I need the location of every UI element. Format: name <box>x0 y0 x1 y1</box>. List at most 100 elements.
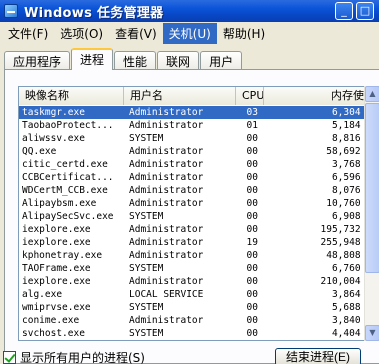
process-user-cell: Administrator <box>129 107 204 118</box>
process-user-cell: Administrator <box>129 276 204 287</box>
column-header-cpu[interactable]: CPU <box>236 87 264 105</box>
process-row[interactable]: Alipaybsm.exe Administrator 00 10,760 K <box>19 197 379 210</box>
process-name-cell: QQ.exe <box>22 146 57 157</box>
process-row[interactable]: conime.exe Administrator 00 3,840 K <box>19 314 379 327</box>
process-row[interactable]: kphonetray.exe Administrator 00 48,808 K <box>19 249 379 262</box>
process-row[interactable]: QQ.exe Administrator 00 58,692 K <box>19 145 379 158</box>
process-name-cell: wmiprvse.exe <box>22 302 91 313</box>
process-mem-cell: 6,908 K <box>331 211 372 222</box>
process-name-cell: taskmgr.exe <box>22 107 85 118</box>
process-row[interactable]: aliwssv.exe SYSTEM 00 8,816 K <box>19 132 379 145</box>
process-mem-cell: 210,004 K <box>320 276 372 287</box>
process-list[interactable]: 映像名称 用户名 CPU 内存使用 taskmgr.exe Administrat… <box>18 86 379 341</box>
process-user-cell: SYSTEM <box>129 133 164 144</box>
process-mem-cell: 5,184 K <box>331 120 372 131</box>
tab-performance[interactable]: 性能 <box>114 51 157 70</box>
menu-view[interactable]: 查看(V) <box>109 23 163 44</box>
process-mem-cell: 6,596 K <box>331 172 372 183</box>
process-mem-cell: 195,732 K <box>320 224 372 235</box>
column-header-image-name[interactable]: 映像名称 <box>19 87 124 105</box>
process-user-cell: Administrator <box>129 146 204 157</box>
process-cpu-cell: 00 <box>246 198 258 209</box>
task-manager-icon <box>4 4 18 18</box>
menu-options[interactable]: 选项(O) <box>54 23 109 44</box>
menu-help[interactable]: 帮助(H) <box>217 23 271 44</box>
column-header-memory[interactable]: 内存使用 <box>264 87 379 105</box>
process-user-cell: LOCAL SERVICE <box>129 289 204 300</box>
process-row[interactable]: svchost.exe SYSTEM 00 4,404 K <box>19 327 379 340</box>
scroll-down-button[interactable]: ▼ <box>365 325 379 341</box>
process-mem-cell: 6,760 K <box>331 263 372 274</box>
process-user-cell: Administrator <box>129 315 204 326</box>
process-row[interactable]: taskmgr.exe Administrator 03 6,304 K <box>19 106 379 119</box>
process-user-cell: SYSTEM <box>129 263 164 274</box>
process-cpu-cell: 00 <box>246 250 258 261</box>
window-title: Windows 任务管理器 <box>24 5 164 21</box>
column-header-user-name[interactable]: 用户名 <box>124 87 236 105</box>
process-mem-cell: 8,816 K <box>331 133 372 144</box>
process-row[interactable]: CCBCertificat... Administrator 00 6,596 K <box>19 171 379 184</box>
minimize-button[interactable]: _ <box>335 2 353 20</box>
show-all-users-label: 显示所有用户的进程(S) <box>20 351 145 364</box>
process-name-cell: iexplore.exe <box>22 224 91 235</box>
process-row[interactable]: alg.exe LOCAL SERVICE 00 3,864 K <box>19 288 379 301</box>
menu-shutdown[interactable]: 关机(U) <box>162 22 217 44</box>
process-cpu-cell: 00 <box>246 146 258 157</box>
process-mem-cell: 4,404 K <box>331 328 372 339</box>
maximize-button[interactable]: □ <box>356 2 374 20</box>
title-bar: Windows 任务管理器 _ □ <box>0 0 379 22</box>
process-name-cell: TaobaoProtect... <box>22 120 114 131</box>
process-cpu-cell: 03 <box>246 107 258 118</box>
process-cpu-cell: 00 <box>246 302 258 313</box>
process-name-cell: conime.exe <box>22 315 80 326</box>
process-mem-cell: 58,692 K <box>326 146 372 157</box>
process-user-cell: Administrator <box>129 224 204 235</box>
tab-users[interactable]: 用户 <box>200 51 243 70</box>
process-user-cell: Administrator <box>129 250 204 261</box>
process-name-cell: TAOFrame.exe <box>22 263 91 274</box>
show-all-users-checkbox[interactable] <box>3 351 16 364</box>
process-cpu-cell: 00 <box>246 172 258 183</box>
process-user-cell: Administrator <box>129 185 204 196</box>
process-mem-cell: 255,948 K <box>320 237 372 248</box>
process-name-cell: svchost.exe <box>22 328 85 339</box>
process-user-cell: Administrator <box>129 172 204 183</box>
menu-file[interactable]: 文件(F) <box>2 23 54 44</box>
process-cpu-cell: 00 <box>246 211 258 222</box>
scroll-up-button[interactable]: ▲ <box>365 86 379 102</box>
end-process-button[interactable]: 结束进程(E) <box>275 348 361 364</box>
process-cpu-cell: 00 <box>246 328 258 339</box>
process-cpu-cell: 00 <box>246 133 258 144</box>
process-mem-cell: 48,808 K <box>326 250 372 261</box>
process-name-cell: aliwssv.exe <box>22 133 85 144</box>
process-cpu-cell: 00 <box>246 159 258 170</box>
show-all-users-option[interactable]: 显示所有用户的进程(S) <box>3 349 145 364</box>
process-user-cell: SYSTEM <box>129 211 164 222</box>
process-cpu-cell: 01 <box>246 120 258 131</box>
process-cpu-cell: 00 <box>246 263 258 274</box>
process-rows: taskmgr.exe Administrator 03 6,304 K TaobaoP… <box>19 106 379 340</box>
process-row[interactable]: TAOFrame.exe SYSTEM 00 6,760 K <box>19 262 379 275</box>
process-name-cell: iexplore.exe <box>22 237 91 248</box>
process-user-cell: Administrator <box>129 198 204 209</box>
process-cpu-cell: 00 <box>246 289 258 300</box>
process-cpu-cell: 19 <box>246 237 258 248</box>
process-row[interactable]: AlipaySecSvc.exe SYSTEM 00 6,908 K <box>19 210 379 223</box>
process-row[interactable]: TaobaoProtect... Administrator 01 5,184 K <box>19 119 379 132</box>
tab-processes[interactable]: 进程 <box>71 48 114 70</box>
process-mem-cell: 10,760 K <box>326 198 372 209</box>
process-user-cell: Administrator <box>129 159 204 170</box>
process-row[interactable]: wmiprvse.exe SYSTEM 00 5,688 K <box>19 301 379 314</box>
process-name-cell: kphonetray.exe <box>22 250 103 261</box>
tab-networking[interactable]: 联网 <box>157 51 200 70</box>
process-name-cell: AlipaySecSvc.exe <box>22 211 114 222</box>
process-cpu-cell: 00 <box>246 315 258 326</box>
tab-applications[interactable]: 应用程序 <box>4 51 71 70</box>
scroll-thumb[interactable] <box>365 103 379 273</box>
process-row[interactable]: iexplore.exe Administrator 00 195,732 K <box>19 223 379 236</box>
process-row[interactable]: citic_certd.exe Administrator 00 3,768 K <box>19 158 379 171</box>
process-row[interactable]: WDCertM_CCB.exe Administrator 00 8,076 K <box>19 184 379 197</box>
process-row[interactable]: iexplore.exe Administrator 19 255,948 K <box>19 236 379 249</box>
process-row[interactable]: iexplore.exe Administrator 00 210,004 K <box>19 275 379 288</box>
vertical-scrollbar[interactable]: ▲ ▼ <box>364 86 379 341</box>
